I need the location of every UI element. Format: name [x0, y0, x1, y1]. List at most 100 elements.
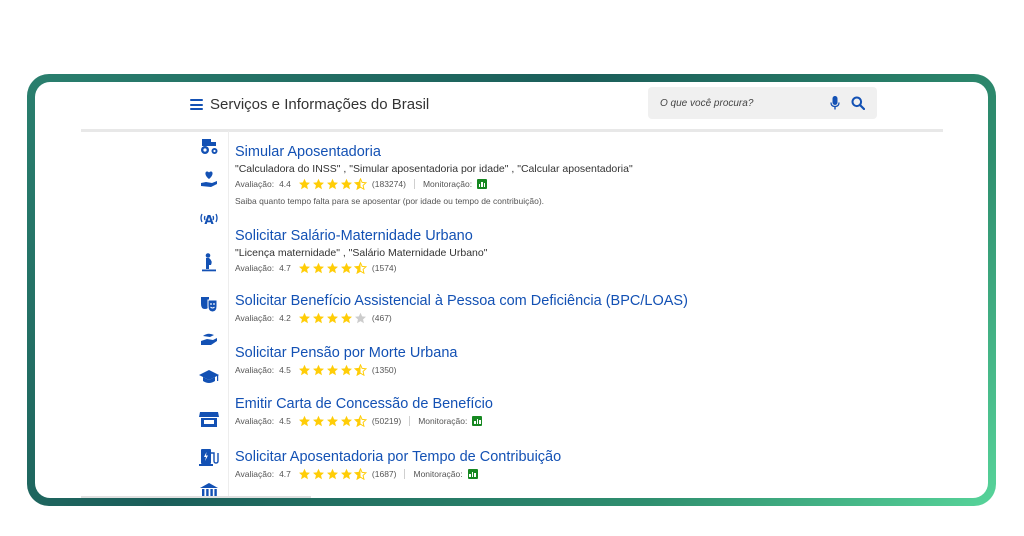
star-rating[interactable] [298, 178, 367, 190]
star-icon[interactable] [326, 468, 339, 480]
star-icon[interactable] [298, 312, 311, 324]
service-item: Solicitar Aposentadoria por Tempo de Con… [235, 448, 935, 481]
antenna-icon[interactable]: A [192, 205, 226, 235]
gradient-frame: Serviços e Informações do Brasil O que v… [27, 74, 996, 506]
review-count: (50219) [371, 416, 402, 426]
star-icon[interactable] [340, 178, 353, 190]
review-count: (1350) [371, 365, 397, 375]
star-icon[interactable] [312, 468, 325, 480]
meta-separator [404, 469, 406, 479]
rating-score: 4.5 [279, 416, 291, 426]
star-icon[interactable] [326, 415, 339, 427]
rating-score: 4.2 [279, 313, 291, 323]
hand-coin-icon[interactable] [192, 325, 226, 355]
star-icon[interactable] [298, 262, 311, 274]
brand-title: Serviços e Informações do Brasil [210, 96, 430, 113]
browser-viewport: Serviços e Informações do Brasil O que v… [35, 82, 988, 498]
star-icon[interactable] [340, 312, 353, 324]
scroll-divider [81, 496, 311, 498]
star-icon[interactable] [340, 415, 353, 427]
rating-label: Avaliação: [235, 263, 275, 273]
monitor-label: Monitoração: [418, 416, 468, 426]
service-description: Saiba quanto tempo falta para se aposent… [235, 196, 545, 206]
search-bar [648, 87, 877, 119]
service-rating: Avaliação: 4.7 (1687) Monitoração: [235, 467, 935, 481]
rating-score: 4.7 [279, 263, 291, 273]
brand[interactable]: Serviços e Informações do Brasil [190, 96, 429, 113]
service-rating: Avaliação: 4.5 (1350) [235, 363, 935, 377]
meta-separator [409, 416, 411, 426]
star-icon[interactable] [326, 364, 339, 376]
heart-hand-icon[interactable] [192, 164, 226, 194]
star-rating[interactable] [298, 415, 367, 427]
service-title-link[interactable]: Emitir Carta de Concessão de Benefício [235, 395, 935, 413]
search-icon[interactable] [851, 96, 865, 110]
star-rating[interactable] [298, 262, 367, 274]
menu-icon[interactable] [190, 99, 203, 110]
star-rating[interactable] [298, 312, 367, 324]
star-icon[interactable] [312, 262, 325, 274]
service-item: Emitir Carta de Concessão de Benefício A… [235, 395, 935, 428]
service-title-link[interactable]: Solicitar Salário-Maternidade Urbano [235, 227, 935, 245]
chart-icon[interactable] [472, 416, 483, 426]
service-title-link[interactable]: Solicitar Aposentadoria por Tempo de Con… [235, 448, 935, 466]
monitor-label: Monitoração: [422, 179, 473, 189]
service-rating: Avaliação: 4.5 (50219) Monitoração: [235, 414, 935, 428]
star-icon[interactable] [340, 262, 353, 274]
meta-separator [413, 179, 415, 189]
star-icon[interactable] [326, 312, 339, 324]
search-input[interactable] [660, 87, 820, 119]
rating-label: Avaliação: [235, 416, 275, 426]
review-count: (1574) [371, 263, 397, 273]
site-header: Serviços e Informações do Brasil [35, 82, 988, 130]
service-item: Simular Aposentadoria "Calculadora do IN… [235, 143, 935, 207]
star-rating[interactable] [298, 468, 367, 480]
svg-text:A: A [204, 213, 214, 227]
service-title-link[interactable]: Solicitar Pensão por Morte Urbana [235, 344, 935, 362]
star-icon[interactable] [312, 312, 325, 324]
star-icon[interactable] [353, 415, 367, 427]
star-icon[interactable] [353, 262, 367, 274]
star-icon[interactable] [312, 415, 325, 427]
service-rating: Avaliação: 4.4 (183274) Monitoração: [235, 177, 935, 191]
charging-station-icon[interactable] [192, 442, 226, 472]
service-item: Solicitar Benefício Assistencial à Pesso… [235, 292, 935, 325]
star-icon[interactable] [298, 468, 311, 480]
microphone-icon[interactable] [830, 96, 840, 110]
rating-label: Avaliação: [235, 179, 275, 189]
star-icon[interactable] [298, 178, 311, 190]
star-icon[interactable] [354, 312, 367, 324]
service-item: Solicitar Pensão por Morte Urbana Avalia… [235, 344, 935, 377]
star-icon[interactable] [353, 178, 367, 190]
review-count: (467) [371, 313, 392, 323]
rating-score: 4.5 [279, 365, 291, 375]
store-icon[interactable] [192, 404, 226, 434]
star-icon[interactable] [340, 468, 353, 480]
star-icon[interactable] [326, 262, 339, 274]
service-keywords: "Calculadora do INSS" , "Simular aposent… [235, 163, 633, 175]
pregnant-icon[interactable] [192, 247, 226, 277]
star-icon[interactable] [353, 364, 367, 376]
star-icon[interactable] [312, 178, 325, 190]
star-rating[interactable] [298, 364, 367, 376]
rating-label: Avaliação: [235, 313, 275, 323]
service-title-link[interactable]: Simular Aposentadoria [235, 143, 935, 161]
category-icon-column: A [190, 131, 229, 498]
star-icon[interactable] [353, 468, 367, 480]
graduation-cap-icon[interactable] [192, 362, 226, 392]
star-icon[interactable] [298, 415, 311, 427]
chart-icon[interactable] [467, 469, 478, 479]
rating-score: 4.4 [279, 179, 291, 189]
theater-masks-icon[interactable] [192, 289, 226, 319]
star-icon[interactable] [340, 364, 353, 376]
rating-label: Avaliação: [235, 469, 275, 479]
service-title-link[interactable]: Solicitar Benefício Assistencial à Pesso… [235, 292, 935, 310]
star-icon[interactable] [298, 364, 311, 376]
tractor-icon[interactable] [192, 131, 226, 161]
star-icon[interactable] [326, 178, 339, 190]
bank-icon[interactable] [192, 476, 226, 498]
chart-icon[interactable] [477, 179, 488, 189]
review-count: (183274) [371, 179, 406, 189]
star-icon[interactable] [312, 364, 325, 376]
rating-label: Avaliação: [235, 365, 275, 375]
